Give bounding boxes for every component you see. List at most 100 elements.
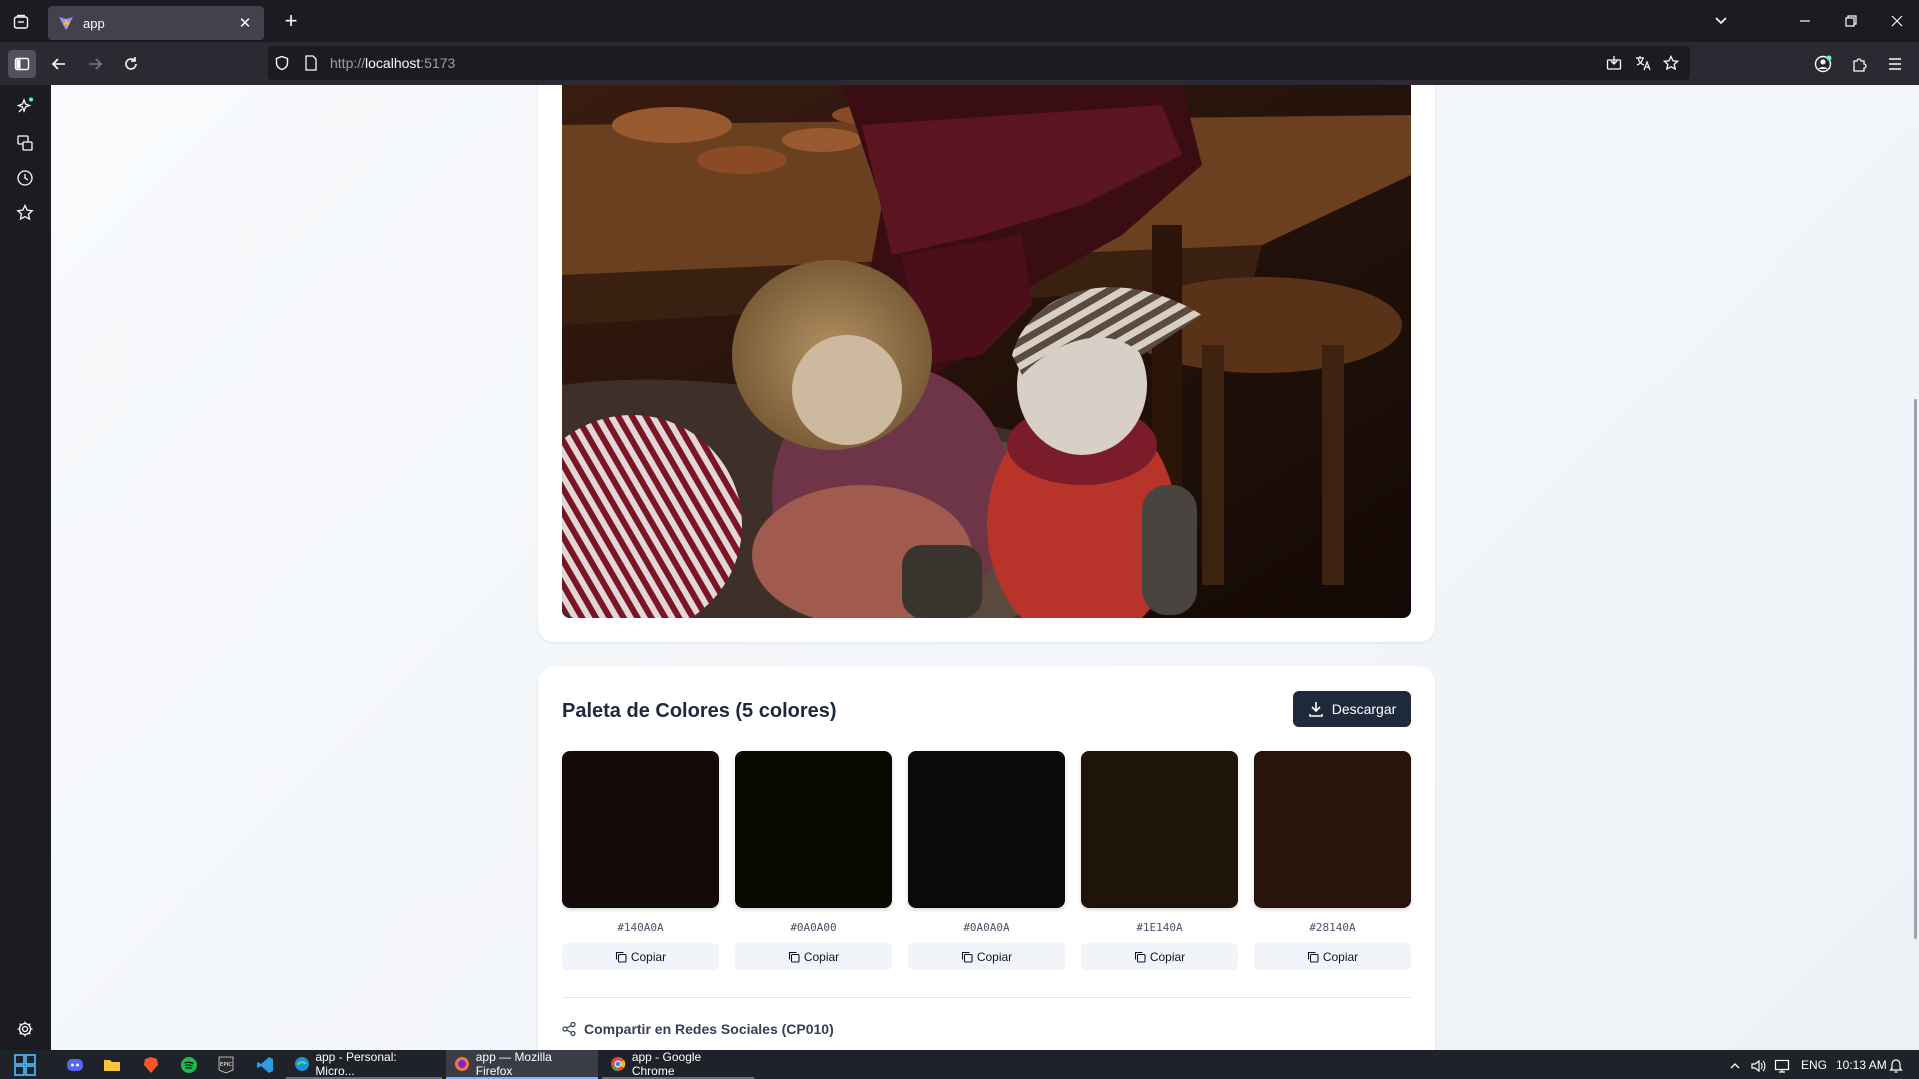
firefox-icon: [455, 1056, 469, 1071]
history-icon[interactable]: [14, 167, 36, 189]
tray-overflow-icon[interactable]: [1724, 1055, 1746, 1077]
network-icon[interactable]: [1771, 1055, 1793, 1077]
new-tab-button[interactable]: +: [280, 10, 302, 32]
divider: [562, 997, 1411, 998]
share-label: Compartir en Redes Sociales (CP010): [584, 1021, 834, 1037]
share-icon: [562, 1022, 576, 1036]
os-taskbar: EPIC app - Personal: Micro... app — Mozi…: [0, 1050, 1919, 1079]
taskbar-app-label: app - Personal: Micro...: [315, 1049, 397, 1078]
swatch-hex: #0A0A0A: [963, 921, 1010, 934]
swatch: #140A0A Copiar: [562, 751, 719, 970]
menu-icon[interactable]: [1881, 50, 1909, 78]
minimize-icon[interactable]: [1790, 8, 1820, 34]
spotify-icon[interactable]: [178, 1054, 200, 1076]
copy-icon: [1134, 951, 1146, 963]
synced-tabs-icon[interactable]: [14, 132, 36, 154]
copy-label: Copiar: [803, 949, 840, 964]
palette-title: Paleta de Colores (5 colores): [562, 700, 837, 722]
taskbar-app-label: app - Google Chrome: [631, 1049, 702, 1078]
swatch-grid: #140A0A Copiar #0A0A00 Copiar #0A0A0A Co…: [562, 751, 1411, 970]
volume-icon[interactable]: [1747, 1055, 1769, 1077]
file-explorer-icon[interactable]: [101, 1054, 123, 1076]
language-indicator[interactable]: ENG: [1801, 1058, 1827, 1072]
swatch-color[interactable]: [1254, 751, 1411, 908]
taskbar-app-edge[interactable]: app - Personal: Micro...: [286, 1050, 442, 1079]
tracking-protection-icon[interactable]: [274, 55, 290, 76]
copy-button[interactable]: Copiar: [562, 943, 719, 970]
page-scrollbar[interactable]: [1911, 85, 1919, 1050]
url-text[interactable]: http://localhost:5173: [330, 55, 455, 71]
vscode-icon[interactable]: [254, 1054, 276, 1076]
copy-label: Copiar: [976, 949, 1013, 964]
bookmarks-icon[interactable]: [14, 202, 36, 224]
swatch-hex: #140A0A: [617, 921, 664, 934]
copy-icon: [615, 951, 627, 963]
restore-icon[interactable]: [1836, 8, 1866, 34]
vite-icon: [59, 17, 73, 30]
taskbar-app-chrome[interactable]: app - Google Chrome: [602, 1050, 754, 1079]
tab-title: app: [83, 15, 105, 31]
extensions-icon[interactable]: [1845, 50, 1873, 78]
download-label: Descargar: [1331, 701, 1397, 717]
download-button[interactable]: Descargar: [1293, 691, 1411, 727]
bookmark-star-icon[interactable]: [1662, 54, 1680, 76]
tab-strip: app ✕ +: [0, 0, 1919, 42]
sidebar-toggle-icon[interactable]: [8, 50, 36, 78]
close-tab-icon[interactable]: ✕: [236, 14, 254, 32]
browser-tab[interactable]: app ✕: [48, 6, 264, 40]
swatch: #1E140A Copiar: [1081, 751, 1238, 970]
page-viewport: Paleta de Colores (5 colores) Descargar …: [51, 85, 1919, 1050]
swatch-hex: #28140A: [1309, 921, 1356, 934]
reload-icon[interactable]: [117, 50, 145, 78]
copy-button[interactable]: Copiar: [908, 943, 1065, 970]
copy-icon: [961, 951, 973, 963]
url-scheme: http://: [330, 55, 366, 71]
palette-card: Paleta de Colores (5 colores) Descargar …: [538, 666, 1435, 1050]
swatch-hex: #0A0A00: [790, 921, 837, 934]
browser-sidebar: [0, 85, 51, 1050]
copy-button[interactable]: Copiar: [1254, 943, 1411, 970]
copy-icon: [788, 951, 800, 963]
copy-button[interactable]: Copiar: [735, 943, 892, 970]
uploaded-photo: [562, 85, 1411, 618]
chrome-icon: [611, 1056, 626, 1071]
close-window-icon[interactable]: [1882, 8, 1912, 34]
url-port: :5173: [420, 55, 456, 71]
swatch: #0A0A00 Copiar: [735, 751, 892, 970]
clock[interactable]: 10:13 AM: [1836, 1058, 1887, 1072]
save-page-icon[interactable]: [1606, 55, 1622, 76]
notifications-icon[interactable]: [1885, 1055, 1907, 1077]
discord-icon[interactable]: [64, 1054, 86, 1076]
translate-icon[interactable]: [1635, 55, 1651, 76]
start-icon[interactable]: [14, 1054, 36, 1076]
firefox-view-icon[interactable]: [8, 9, 34, 35]
forward-icon[interactable]: [81, 50, 109, 78]
copy-button[interactable]: Copiar: [1081, 943, 1238, 970]
scrollbar-thumb[interactable]: [1914, 399, 1917, 939]
swatch-color[interactable]: [562, 751, 719, 908]
back-icon[interactable]: [45, 50, 73, 78]
swatch-hex: #1E140A: [1136, 921, 1183, 934]
swatch-color[interactable]: [908, 751, 1065, 908]
swatch: #28140A Copiar: [1254, 751, 1411, 970]
image-preview-card: [538, 85, 1435, 642]
download-icon: [1308, 702, 1323, 717]
list-all-tabs-icon[interactable]: [1712, 12, 1730, 35]
swatch: #0A0A0A Copiar: [908, 751, 1065, 970]
epic-games-icon[interactable]: EPIC: [215, 1054, 237, 1076]
copy-icon: [1307, 951, 1319, 963]
copy-label: Copiar: [630, 949, 667, 964]
url-bar[interactable]: http://localhost:5173: [268, 46, 1690, 80]
taskbar-app-label: app — Mozilla Firefox: [475, 1049, 552, 1078]
swatch-color[interactable]: [1081, 751, 1238, 908]
share-section-toggle[interactable]: Compartir en Redes Sociales (CP010): [562, 1021, 834, 1037]
account-icon[interactable]: [1809, 50, 1837, 78]
settings-icon[interactable]: [14, 1018, 36, 1040]
brave-icon[interactable]: [140, 1054, 162, 1076]
page-info-icon[interactable]: [304, 55, 318, 76]
ai-chatbot-icon[interactable]: [14, 95, 36, 117]
swatch-color[interactable]: [735, 751, 892, 908]
copy-label: Copiar: [1322, 949, 1359, 964]
taskbar-app-firefox[interactable]: app — Mozilla Firefox: [446, 1050, 598, 1079]
copy-label: Copiar: [1149, 949, 1186, 964]
